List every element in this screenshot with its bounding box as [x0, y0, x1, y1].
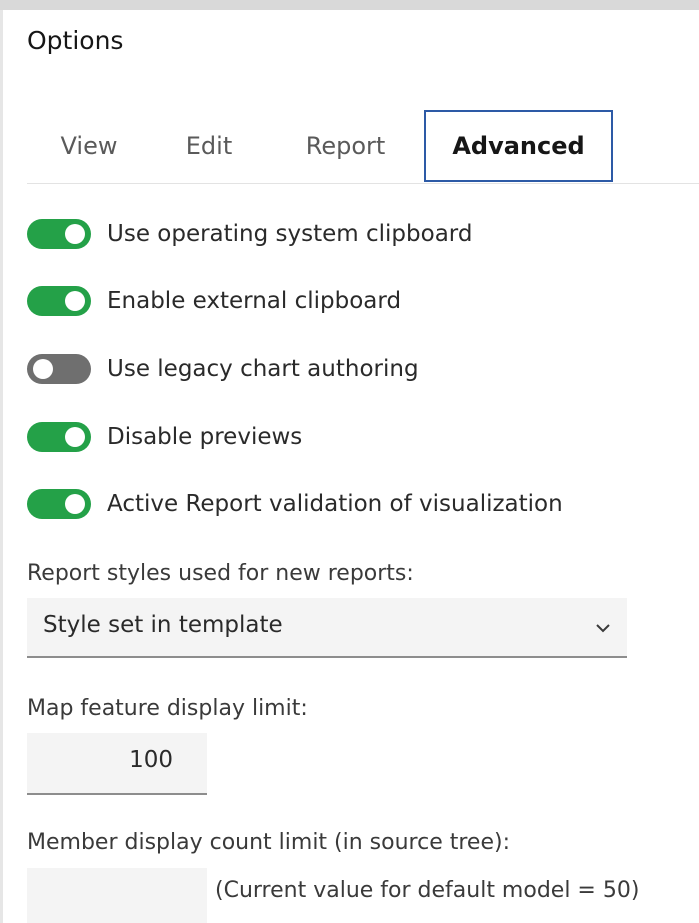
member-limit-input[interactable]: [27, 868, 207, 923]
toggle-active-report-validation: Active Report validation of visualizatio…: [27, 484, 563, 524]
report-styles-select[interactable]: Style set in template: [27, 598, 627, 658]
toggle-disable-previews: Disable previews: [27, 417, 302, 457]
toggle-active-report-validation-label: Active Report validation of visualizatio…: [107, 491, 563, 517]
member-limit-label: Member display count limit (in source tr…: [27, 830, 510, 855]
toggle-knob: [65, 224, 85, 244]
tab-report-label: Report: [305, 132, 386, 160]
toggle-active-report-validation-switch[interactable]: [27, 489, 91, 519]
chevron-down-icon: [596, 624, 610, 633]
left-edge: [0, 10, 3, 923]
toggle-os-clipboard-switch[interactable]: [27, 219, 91, 249]
top-bar: [0, 0, 699, 10]
tab-report[interactable]: Report: [267, 110, 424, 182]
tab-bar: View Edit Report Advanced: [27, 110, 699, 184]
toggle-legacy-chart-switch[interactable]: [27, 354, 91, 384]
toggle-external-clipboard-label: Enable external clipboard: [107, 288, 402, 314]
tab-view-label: View: [60, 132, 118, 160]
toggle-legacy-chart: Use legacy chart authoring: [27, 349, 419, 389]
member-limit-hint: (Current value for default model = 50): [215, 878, 640, 903]
tab-advanced-label: Advanced: [452, 132, 585, 160]
toggle-external-clipboard: Enable external clipboard: [27, 281, 401, 321]
toggle-os-clipboard: Use operating system clipboard: [27, 214, 472, 254]
toggle-os-clipboard-label: Use operating system clipboard: [107, 221, 473, 247]
toggle-disable-previews-switch[interactable]: [27, 422, 91, 452]
report-styles-selected-value: Style set in template: [43, 612, 283, 638]
map-limit-value: 100: [129, 747, 173, 773]
toggle-external-clipboard-switch[interactable]: [27, 286, 91, 316]
tab-view[interactable]: View: [27, 110, 151, 182]
tab-advanced[interactable]: Advanced: [424, 110, 613, 182]
toggle-knob: [65, 427, 85, 447]
map-limit-label: Map feature display limit:: [27, 696, 308, 721]
tab-edit-label: Edit: [185, 132, 233, 160]
report-styles-label: Report styles used for new reports:: [27, 561, 414, 586]
dialog-title: Options: [27, 26, 124, 55]
toggle-knob: [65, 291, 85, 311]
tab-divider: [27, 183, 699, 184]
toggle-knob: [33, 359, 53, 379]
tab-edit[interactable]: Edit: [151, 110, 267, 182]
toggle-legacy-chart-label: Use legacy chart authoring: [107, 356, 419, 382]
toggle-knob: [65, 494, 85, 514]
toggle-disable-previews-label: Disable previews: [107, 424, 303, 450]
map-limit-input[interactable]: 100: [27, 733, 207, 795]
